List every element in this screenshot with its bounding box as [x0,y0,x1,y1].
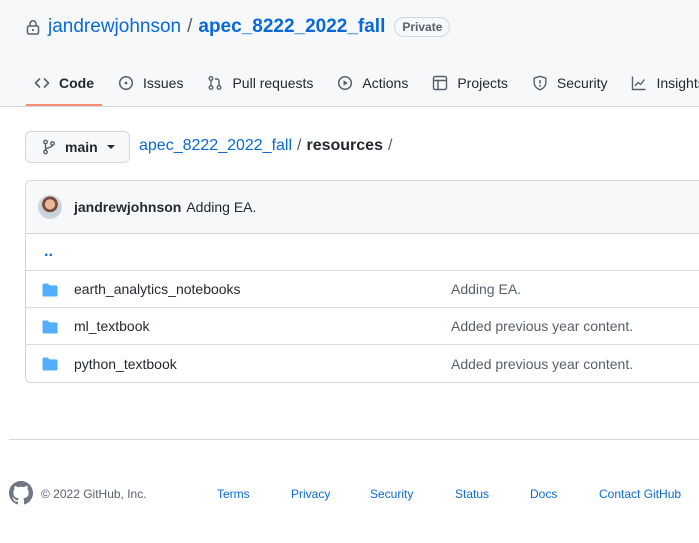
tab-issues[interactable]: Issues [110,65,191,101]
footer-link-terms[interactable]: Terms [217,487,250,501]
commit-author-link[interactable]: jandrewjohnson [74,199,181,215]
list-item[interactable]: ml_textbook Added previous year content. [26,308,699,345]
breadcrumb-current-dir: resources [306,137,383,154]
tab-pull-requests[interactable]: Pull requests [199,65,321,101]
folder-icon [42,283,58,297]
table-icon [433,75,448,91]
repo-title-separator: / [187,16,193,37]
tab-pull-requests-label: Pull requests [232,75,314,91]
tab-code-label: Code [59,75,94,91]
folder-icon [42,357,58,371]
commit-message-link[interactable]: Adding EA. [186,199,256,215]
footer: © 2022 GitHub, Inc. Terms Privacy Securi… [9,481,699,507]
list-item[interactable]: python_textbook Added previous year cont… [26,345,699,382]
tab-issues-label: Issues [143,75,184,91]
tab-projects-label: Projects [457,75,508,91]
breadcrumb-separator: / [297,137,302,154]
git-branch-icon [42,139,56,155]
repo-name-link[interactable]: apec_8222_2022_fall [198,16,385,38]
file-name-link[interactable]: ml_textbook [74,318,149,334]
breadcrumb-repo-link[interactable]: apec_8222_2022_fall [139,137,292,155]
tab-actions[interactable]: Actions [329,65,416,101]
footer-link-docs[interactable]: Docs [530,487,557,501]
tab-security-label: Security [556,75,608,91]
issue-opened-icon [118,75,134,91]
tab-projects[interactable]: Projects [424,65,516,101]
footer-copyright: © 2022 GitHub, Inc. [41,487,147,501]
repo-title: jandrewjohnson / apec_8222_2022_fall Pri… [26,14,451,40]
file-commit-message-link[interactable]: Added previous year content. [451,356,633,372]
lock-icon [26,19,40,35]
code-icon [34,78,50,88]
tab-actions-label: Actions [362,75,409,91]
github-mark-icon[interactable] [9,481,33,505]
file-commit-message-link[interactable]: Adding EA. [451,281,521,297]
footer-link-contact[interactable]: Contact GitHub [599,487,681,501]
breadcrumb-separator-trailing: / [387,137,393,154]
parent-directory-link[interactable]: .. [44,243,53,261]
breadcrumb: apec_8222_2022_fall / resources / [139,137,397,155]
latest-commit-row: jandrewjohnson Adding EA. [26,181,699,234]
repo-header: jandrewjohnson / apec_8222_2022_fall Pri… [0,0,699,107]
branch-select-button[interactable]: main [25,131,130,163]
file-name-link[interactable]: earth_analytics_notebooks [74,281,241,297]
play-icon [338,75,353,91]
file-list: jandrewjohnson Adding EA. .. earth_analy… [25,180,699,383]
parent-directory-row[interactable]: .. [26,234,699,271]
avatar[interactable] [38,195,62,219]
repo-owner-link[interactable]: jandrewjohnson [48,16,181,38]
repo-nav-tabs: Code Issues Pull requests Actions Projec… [26,65,699,107]
file-name-link[interactable]: python_textbook [74,356,177,372]
footer-link-security[interactable]: Security [370,487,413,501]
git-pull-request-icon [208,76,222,90]
tab-security[interactable]: Security [524,65,616,101]
shield-icon [533,75,547,91]
caret-down-icon [106,144,116,150]
footer-link-privacy[interactable]: Privacy [291,487,330,501]
list-item[interactable]: earth_analytics_notebooks Adding EA. [26,271,699,308]
tab-insights-label: Insights [656,75,699,91]
branch-name: main [65,139,98,155]
visibility-badge: Private [394,17,451,37]
footer-link-status[interactable]: Status [455,487,489,501]
graph-icon [632,76,646,91]
footer-divider [9,439,699,440]
tab-code[interactable]: Code [26,65,102,106]
file-commit-message-link[interactable]: Added previous year content. [451,318,633,334]
tab-insights[interactable]: Insights [623,65,699,101]
folder-icon [42,320,58,334]
